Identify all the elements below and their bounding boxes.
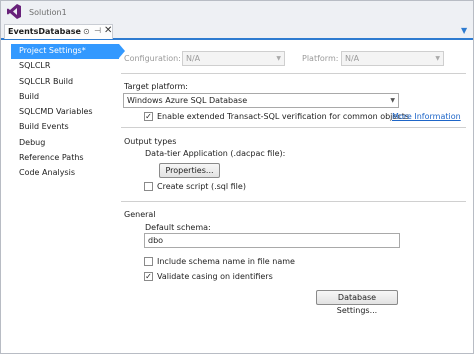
sidebar-item-build[interactable]: Build [11, 90, 113, 105]
platform-label: Platform: [302, 54, 339, 63]
platform-select[interactable]: N/A ▼ [341, 51, 444, 66]
validate-casing-label: Validate casing on identifiers [157, 272, 273, 281]
settings-panel: Configuration: N/A ▼ Platform: N/A ▼ Tar… [121, 1, 471, 354]
properties-button[interactable]: Properties... [159, 163, 220, 178]
configuration-select[interactable]: N/A ▼ [182, 51, 285, 66]
sidebar-item-sqlcmd-variables[interactable]: SQLCMD Variables [11, 105, 113, 120]
solution-title: Solution1 [29, 8, 67, 17]
target-platform-value: Windows Azure SQL Database [127, 96, 248, 105]
tab-events-database[interactable]: EventsDatabase ⊙ ⊣ ✕ [4, 24, 113, 39]
chevron-down-icon: ▼ [276, 55, 281, 62]
sidebar-item-code-analysis[interactable]: Code Analysis [11, 166, 113, 181]
pin-icon[interactable]: ⊣ [94, 26, 101, 35]
sidebar-item-build-events[interactable]: Build Events [11, 120, 113, 135]
extended-verification-checkbox[interactable]: ✓ [144, 112, 153, 121]
target-platform-label: Target platform: [124, 82, 188, 91]
target-platform-select[interactable]: Windows Azure SQL Database ▼ [123, 93, 399, 108]
project-properties-window: Solution1 EventsDatabase ⊙ ⊣ ✕ ▼ Project… [0, 0, 474, 354]
configuration-label: Configuration: [124, 54, 181, 63]
validate-casing-checkbox[interactable]: ✓ [144, 272, 153, 281]
extended-verification-label: Enable extended Transact-SQL verificatio… [157, 112, 410, 121]
include-schema-checkbox[interactable] [144, 257, 153, 266]
platform-value: N/A [345, 54, 360, 63]
default-schema-label: Default schema: [145, 223, 211, 232]
more-information-link[interactable]: More Information [392, 112, 461, 121]
close-icon[interactable]: ✕ [104, 25, 112, 36]
dacpac-label: Data-tier Application (.dacpac file): [145, 149, 286, 158]
database-settings-button[interactable]: Database Settings... [316, 290, 398, 315]
tab-label: EventsDatabase [8, 27, 81, 36]
sidebar-item-sqlclr[interactable]: SQLCLR [11, 59, 113, 74]
divider [121, 201, 466, 202]
create-script-checkbox[interactable] [144, 182, 153, 191]
divider [121, 73, 466, 74]
sidebar-item-debug[interactable]: Debug [11, 136, 113, 151]
chevron-down-icon: ▼ [435, 55, 440, 62]
default-schema-input[interactable]: dbo [144, 233, 400, 248]
chevron-down-icon: ▼ [390, 97, 395, 104]
visual-studio-logo-icon [7, 4, 21, 19]
modified-icon: ⊙ [83, 27, 90, 36]
sidebar-item-project-settings[interactable]: Project Settings* [11, 44, 125, 60]
general-label: General [124, 210, 156, 219]
sidebar-item-reference-paths[interactable]: Reference Paths [11, 151, 113, 166]
divider [121, 127, 466, 128]
configuration-value: N/A [186, 54, 201, 63]
include-schema-label: Include schema name in file name [157, 257, 295, 266]
create-script-label: Create script (.sql file) [157, 182, 246, 191]
sidebar-item-sqlclr-build[interactable]: SQLCLR Build [11, 75, 113, 90]
sidebar: Project Settings* SQLCLR SQLCLR Build Bu… [11, 44, 125, 182]
output-types-label: Output types [124, 137, 177, 146]
